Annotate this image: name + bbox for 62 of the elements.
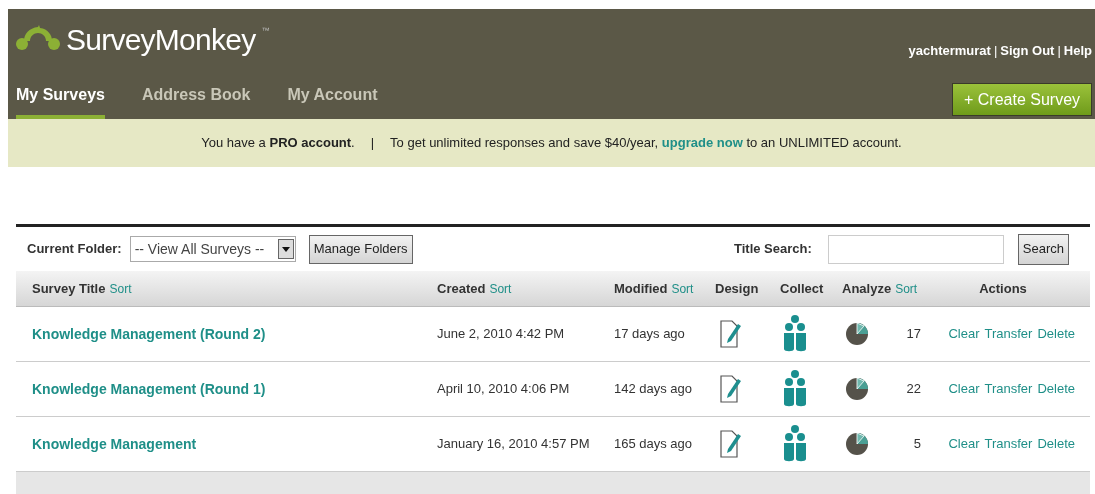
separator: | xyxy=(1057,42,1061,60)
trademark-mark: ™ xyxy=(261,25,270,37)
title-search-field[interactable] xyxy=(827,234,1004,264)
manage-folders-button[interactable]: Manage Folders xyxy=(308,234,413,264)
sort-link[interactable]: Sort xyxy=(895,281,918,296)
pie-chart-icon[interactable] xyxy=(845,322,869,346)
survey-title-link[interactable]: Knowledge Management (Round 2) xyxy=(32,325,266,342)
people-icon[interactable] xyxy=(783,425,807,463)
action-link[interactable]: Transfer xyxy=(984,434,1033,454)
action-link[interactable]: Transfer xyxy=(984,379,1033,399)
action-link[interactable]: Clear xyxy=(948,434,980,454)
caret-icon xyxy=(277,239,294,259)
user-link[interactable]: Sign Out xyxy=(1000,41,1055,61)
user-link[interactable]: Help xyxy=(1063,41,1092,61)
column-header: Collect xyxy=(780,280,824,296)
action-link[interactable]: Delete xyxy=(1037,379,1075,399)
modified-age: 165 days ago xyxy=(614,436,693,452)
sort-link[interactable]: Sort xyxy=(489,281,512,296)
response-count: 22 xyxy=(906,380,921,399)
folder-dropdown[interactable]: -- View All Surveys -- xyxy=(129,236,296,262)
folder-label: Current Folder: xyxy=(27,240,122,259)
account-notice: You have a PRO account. xyxy=(201,134,355,153)
column-header: Created xyxy=(437,280,486,296)
pie-chart-icon[interactable] xyxy=(845,377,869,401)
people-icon[interactable] xyxy=(783,370,807,408)
user-link[interactable]: yachtermurat xyxy=(908,41,991,61)
response-count: 17 xyxy=(906,325,921,344)
column-header: Analyze xyxy=(842,280,892,296)
people-icon[interactable] xyxy=(783,315,807,353)
pencil-page-icon[interactable] xyxy=(720,375,742,403)
survey-title-link[interactable]: Knowledge Management (Round 1) xyxy=(32,380,266,397)
action-link[interactable]: Clear xyxy=(948,324,980,344)
upgrade-message: To get unlimited responses and save $40/year, upgrade now to an UNLIMITED account. xyxy=(390,134,902,153)
pie-chart-icon[interactable] xyxy=(845,432,869,456)
created-date: April 10, 2010 4:06 PM xyxy=(437,381,570,397)
action-link[interactable]: Clear xyxy=(948,379,980,399)
modified-age: 17 days ago xyxy=(614,326,685,342)
created-date: June 2, 2010 4:42 PM xyxy=(437,326,565,342)
sort-link[interactable]: Sort xyxy=(109,281,132,296)
create-survey-button[interactable]: + Create Survey xyxy=(952,83,1092,116)
separator: | xyxy=(370,134,375,153)
pencil-page-icon[interactable] xyxy=(720,320,742,348)
pencil-page-icon[interactable] xyxy=(720,430,742,458)
separator: | xyxy=(993,42,998,60)
created-date: January 16, 2010 4:57 PM xyxy=(437,436,590,452)
survey-title-link[interactable]: Knowledge Management xyxy=(32,435,197,452)
modified-age: 142 days ago xyxy=(614,381,693,397)
column-header: Design xyxy=(715,280,759,296)
column-header: Modified xyxy=(614,280,668,296)
action-link[interactable]: Delete xyxy=(1037,434,1075,454)
logo-wordmark: SurveyMonkey xyxy=(66,25,256,55)
nav-tab[interactable]: My Account xyxy=(287,83,378,119)
action-link[interactable]: Transfer xyxy=(984,324,1033,344)
title-search-label: Title Search: xyxy=(734,240,812,259)
action-link[interactable]: Delete xyxy=(1037,324,1075,344)
search-button[interactable]: Search xyxy=(1017,233,1069,265)
response-count: 5 xyxy=(913,435,921,454)
column-header: Actions xyxy=(979,280,1027,296)
column-header: Survey Title xyxy=(32,280,106,296)
sort-link[interactable]: Sort xyxy=(671,281,694,296)
nav-tab[interactable]: Address Book xyxy=(141,83,251,119)
upgrade-link[interactable]: upgrade now xyxy=(661,135,743,151)
